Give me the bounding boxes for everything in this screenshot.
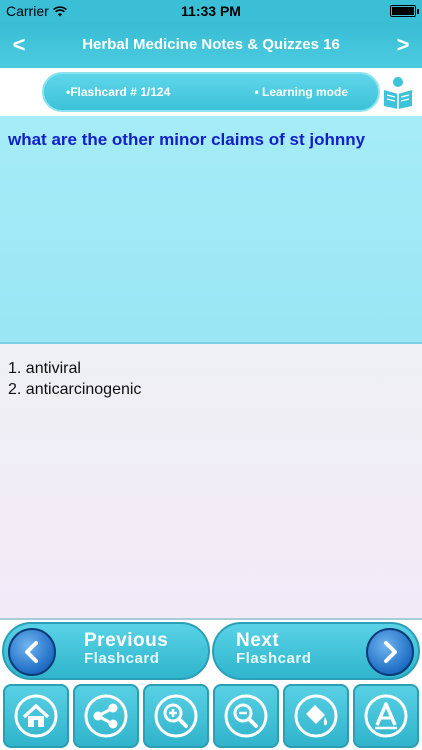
theme-color-button[interactable] xyxy=(283,684,349,748)
nav-bar: < Herbal Medicine Notes & Quizzes 16 > xyxy=(0,22,422,68)
question-panel: what are the other minor claims of st jo… xyxy=(0,116,422,344)
share-button[interactable] xyxy=(73,684,139,748)
question-text: what are the other minor claims of st jo… xyxy=(8,130,366,149)
previous-label-line2: Flashcard xyxy=(84,650,160,667)
previous-flashcard-label: Previous Flashcard xyxy=(84,630,169,668)
flashcard-counter: •Flashcard # 1/124 xyxy=(66,85,171,99)
reader-icon[interactable] xyxy=(380,74,416,110)
previous-flashcard-button[interactable]: Previous Flashcard xyxy=(2,622,210,680)
mode-label: • Learning mode xyxy=(254,85,348,99)
zoom-in-button[interactable] xyxy=(143,684,209,748)
font-size-button[interactable] xyxy=(353,684,419,748)
share-icon xyxy=(84,694,128,738)
zoom-out-button[interactable] xyxy=(213,684,279,748)
arrow-right-icon xyxy=(366,628,414,676)
home-icon xyxy=(14,694,58,738)
font-icon xyxy=(364,694,408,738)
arrow-left-icon xyxy=(8,628,56,676)
page-title: Herbal Medicine Notes & Quizzes 16 xyxy=(82,36,340,53)
previous-label-line1: Previous xyxy=(84,630,169,651)
answer-list: 1. antiviral 2. anticarcinogenic xyxy=(8,358,141,400)
answer-panel: 1. antiviral 2. anticarcinogenic xyxy=(0,344,422,620)
zoom-in-icon xyxy=(154,694,198,738)
answer-line: 1. antiviral xyxy=(8,360,81,377)
status-bar: Carrier 11:33 PM xyxy=(0,0,422,22)
info-strip: •Flashcard # 1/124 • Learning mode xyxy=(0,68,422,116)
paint-bucket-icon xyxy=(294,694,338,738)
answer-line: 2. anticarcinogenic xyxy=(8,381,142,398)
next-flashcard-label: Next Flashcard xyxy=(236,630,312,668)
next-flashcard-button[interactable]: Next Flashcard xyxy=(212,622,420,680)
flashcard-info-pill: •Flashcard # 1/124 • Learning mode xyxy=(42,72,380,112)
status-time: 11:33 PM xyxy=(181,3,241,19)
bottom-toolbar xyxy=(0,682,422,750)
chevron-right-icon[interactable]: > xyxy=(390,32,416,58)
flashcard-navigation: Previous Flashcard Next Flashcard xyxy=(0,620,422,682)
zoom-out-icon xyxy=(224,694,268,738)
chevron-left-icon[interactable]: < xyxy=(6,32,32,58)
home-button[interactable] xyxy=(3,684,69,748)
battery-icon xyxy=(390,5,419,17)
next-label-line2: Flashcard xyxy=(236,650,312,667)
next-label-line1: Next xyxy=(236,630,280,651)
